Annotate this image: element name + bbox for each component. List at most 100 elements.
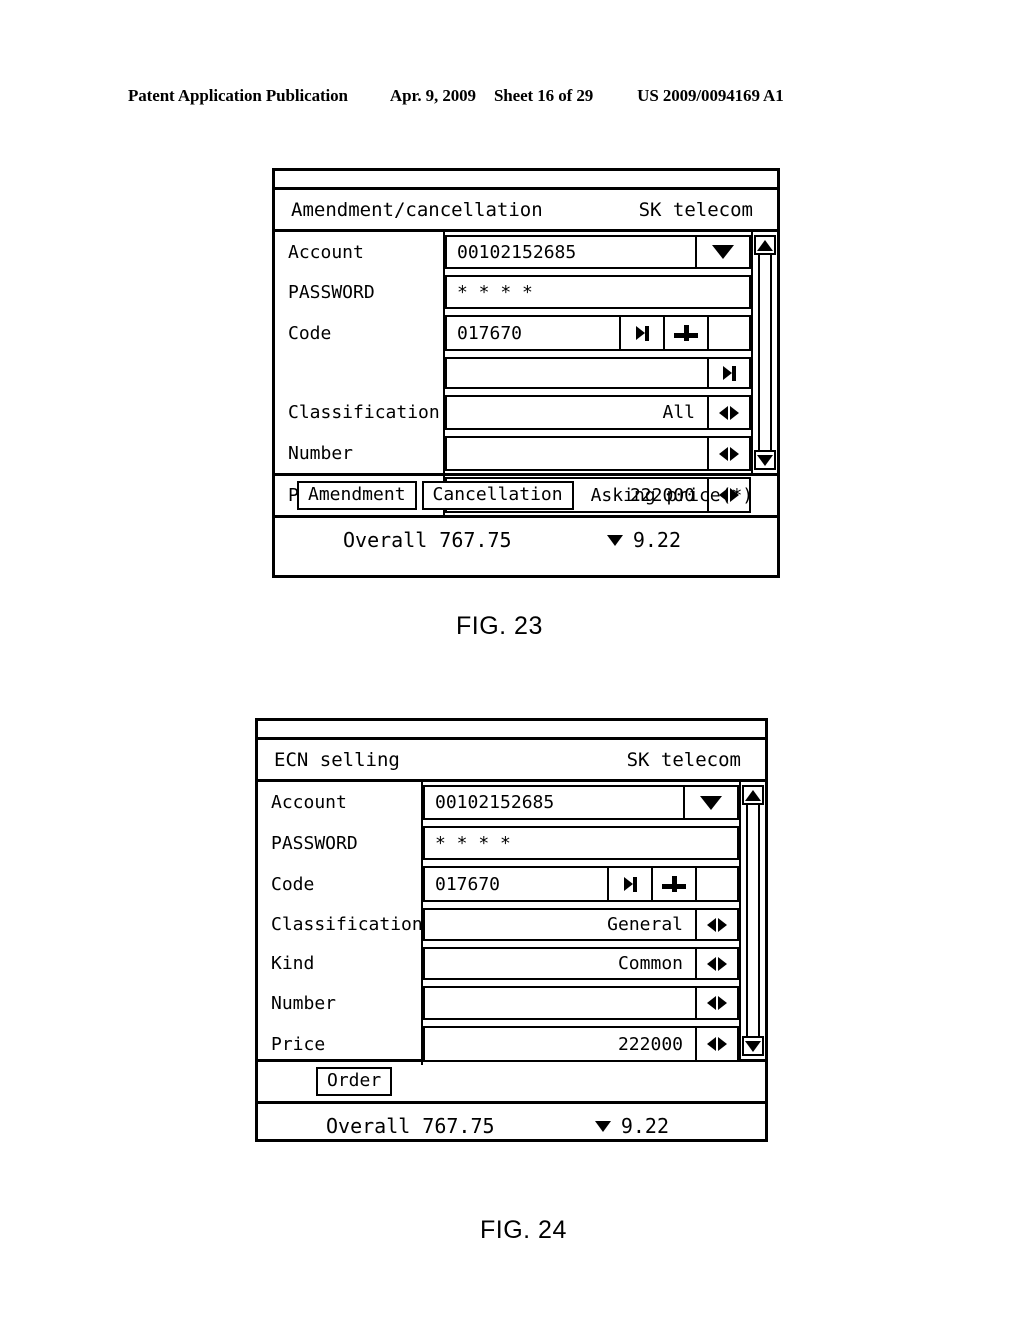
row-label: Price bbox=[258, 1023, 423, 1065]
row-label: PASSWORD bbox=[275, 272, 445, 312]
row-label bbox=[275, 354, 445, 392]
form-row-code: Code 017670 bbox=[258, 863, 739, 905]
plus-icon bbox=[674, 325, 698, 341]
price-input[interactable]: 222000 bbox=[423, 1026, 697, 1062]
overall-label: Overall bbox=[343, 528, 428, 552]
status-strip-blank bbox=[275, 171, 777, 190]
form-row-number: Number bbox=[258, 983, 739, 1023]
row-label: Code bbox=[258, 863, 423, 905]
scroll-up-button[interactable] bbox=[754, 235, 776, 255]
scrollbar-track[interactable] bbox=[758, 255, 772, 450]
market-status-bar: Overall 767.75 9.22 bbox=[258, 1104, 765, 1148]
chevron-down-icon bbox=[700, 795, 722, 810]
form-row-code: Code 017670 bbox=[275, 312, 751, 354]
carrier-label: SK telecom bbox=[626, 748, 741, 771]
classification-stepper[interactable] bbox=[709, 395, 751, 430]
scroll-down-button[interactable] bbox=[754, 450, 776, 470]
code-input[interactable]: 017670 bbox=[445, 315, 621, 351]
classification-input[interactable]: All bbox=[445, 395, 709, 430]
number-input[interactable] bbox=[423, 986, 697, 1020]
price-stepper[interactable] bbox=[697, 1026, 739, 1062]
caret-down-icon bbox=[757, 454, 773, 466]
left-right-arrows-icon bbox=[707, 917, 727, 932]
code-marker-button[interactable] bbox=[609, 866, 653, 902]
code-spacer-cell bbox=[697, 866, 739, 902]
caret-up-icon bbox=[757, 239, 773, 251]
screen-title-bar: Amendment/cancellation SK telecom bbox=[275, 190, 777, 232]
vertical-scrollbar[interactable] bbox=[751, 232, 777, 473]
row-label: Account bbox=[258, 782, 423, 823]
row-field-zone bbox=[445, 354, 751, 392]
row-label: Number bbox=[258, 983, 423, 1023]
scrollbar-track[interactable] bbox=[746, 805, 760, 1036]
action-button-bar: Order bbox=[258, 1062, 765, 1104]
form-row-classification: Classification General bbox=[258, 905, 739, 944]
phone-screen-amendment-cancellation: Amendment/cancellation SK telecom Accoun… bbox=[272, 168, 780, 578]
row-field-zone: 00102152685 bbox=[423, 782, 739, 823]
figure-caption-24: FIG. 24 bbox=[480, 1216, 567, 1244]
classification-input[interactable]: General bbox=[423, 908, 697, 941]
row-field-zone bbox=[445, 433, 751, 474]
figure-caption-23: FIG. 23 bbox=[456, 612, 543, 640]
row-field-zone: * * * * bbox=[423, 823, 739, 863]
screen-title: Amendment/cancellation bbox=[291, 198, 543, 221]
form-row-account: Account 00102152685 bbox=[275, 232, 751, 272]
scroll-down-button[interactable] bbox=[742, 1036, 764, 1056]
form-row-account: Account 00102152685 bbox=[258, 782, 739, 823]
amendment-button[interactable]: Amendment bbox=[297, 480, 417, 511]
code-marker-button[interactable] bbox=[621, 315, 665, 351]
market-change: 9.22 bbox=[606, 528, 681, 552]
row-label: PASSWORD bbox=[258, 823, 423, 863]
overall-value: 767.75 bbox=[422, 1114, 495, 1138]
screen-title-bar: ECN selling SK telecom bbox=[258, 740, 765, 782]
row-label: Account bbox=[275, 232, 445, 272]
code-add-button[interactable] bbox=[665, 315, 709, 351]
change-value: 9.22 bbox=[620, 1114, 669, 1138]
account-dropdown-button[interactable] bbox=[685, 785, 739, 820]
phone-screen-ecn-selling: ECN selling SK telecom Account 001021526… bbox=[255, 718, 768, 1142]
code-input[interactable]: 017670 bbox=[423, 866, 609, 902]
code-add-button[interactable] bbox=[653, 866, 697, 902]
row-field-zone: All bbox=[445, 392, 751, 433]
classification-stepper[interactable] bbox=[697, 908, 739, 941]
row-label: Code bbox=[275, 312, 445, 354]
skip-to-end-icon bbox=[722, 365, 736, 381]
left-right-arrows-icon bbox=[719, 405, 739, 420]
account-dropdown-button[interactable] bbox=[697, 235, 751, 269]
account-input[interactable]: 00102152685 bbox=[423, 785, 685, 820]
status-strip-blank bbox=[258, 721, 765, 740]
carrier-label: SK telecom bbox=[638, 198, 753, 221]
market-change: 9.22 bbox=[594, 1114, 669, 1138]
unlabeled-marker-button[interactable] bbox=[709, 357, 751, 389]
cancellation-button[interactable]: Cancellation bbox=[421, 480, 574, 511]
arrow-down-icon bbox=[606, 534, 623, 546]
screen-title: ECN selling bbox=[274, 748, 400, 771]
password-input[interactable]: * * * * bbox=[445, 275, 751, 309]
password-input[interactable]: * * * * bbox=[423, 826, 739, 860]
kind-stepper[interactable] bbox=[697, 947, 739, 980]
number-stepper[interactable] bbox=[709, 436, 751, 471]
vertical-scrollbar[interactable] bbox=[739, 782, 765, 1059]
row-field-zone: 017670 bbox=[445, 312, 751, 354]
unlabeled-input[interactable] bbox=[445, 357, 709, 389]
caret-down-icon bbox=[745, 1040, 761, 1052]
order-button[interactable]: Order bbox=[316, 1066, 393, 1097]
row-label: Classification bbox=[258, 905, 423, 944]
number-input[interactable] bbox=[445, 436, 709, 471]
form-row-price: Price 222000 bbox=[258, 1023, 739, 1065]
skip-to-end-icon bbox=[623, 876, 637, 892]
account-input[interactable]: 00102152685 bbox=[445, 235, 697, 269]
left-right-arrows-icon bbox=[707, 1037, 727, 1051]
row-label: Kind bbox=[258, 944, 423, 983]
publication-label: Patent Application Publication bbox=[128, 86, 348, 105]
number-stepper[interactable] bbox=[697, 986, 739, 1020]
patent-number: US 2009/0094169 A1 bbox=[637, 86, 784, 105]
form-row-unlabeled bbox=[275, 354, 751, 392]
form-row-password: PASSWORD * * * * bbox=[258, 823, 739, 863]
scroll-up-button[interactable] bbox=[742, 785, 764, 805]
publication-date: Apr. 9, 2009 bbox=[389, 86, 476, 105]
overall-value: 767.75 bbox=[439, 528, 512, 552]
kind-input[interactable]: Common bbox=[423, 947, 697, 980]
row-label: Classification bbox=[275, 392, 445, 433]
row-field-zone bbox=[423, 983, 739, 1023]
